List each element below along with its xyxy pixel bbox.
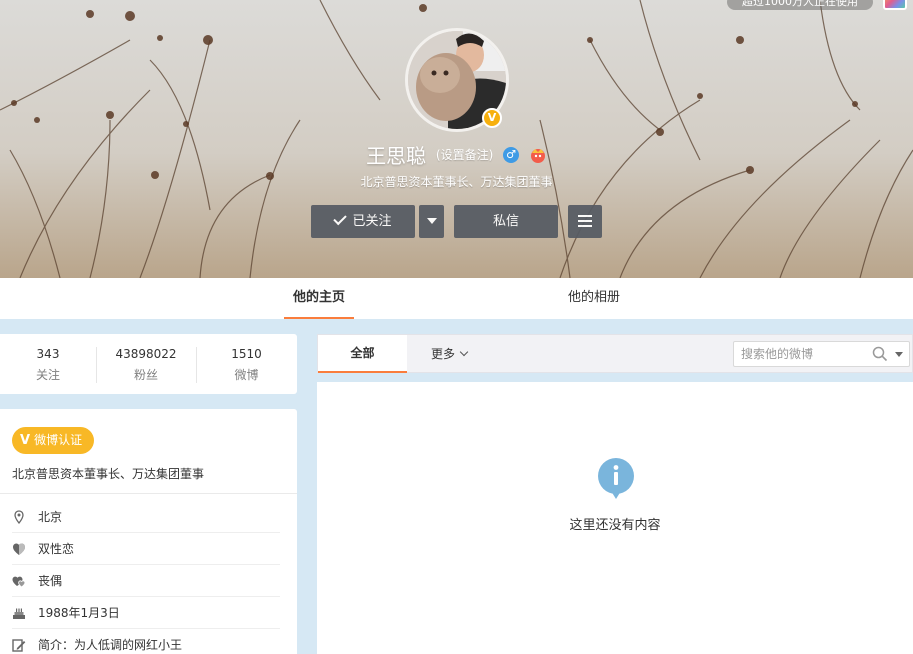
feed-toolbar: 全部 更多: [317, 334, 913, 373]
app-launcher-icon[interactable]: [883, 0, 907, 10]
tab-album[interactable]: 他的相册: [558, 278, 630, 319]
feed-search-box: [733, 341, 910, 367]
info-birthday: 1988年1月3日: [38, 606, 120, 620]
stat-value: 43898022: [115, 347, 177, 361]
tab-home[interactable]: 他的主页: [284, 278, 354, 319]
tab-more[interactable]: 更多: [431, 335, 469, 373]
check-icon: [333, 211, 348, 226]
verified-description: 北京普思资本董事长、万达集团董事: [12, 467, 205, 481]
info-row-relationship: 丧偶: [12, 565, 280, 597]
broken-heart-icon: [12, 576, 26, 588]
stat-value: 343: [36, 347, 60, 361]
info-icon: [598, 458, 634, 499]
chevron-down-icon: [459, 347, 469, 357]
search-options-caret-icon[interactable]: [895, 352, 903, 357]
usage-notice-pill[interactable]: 超过1000万人正在使用: [727, 0, 873, 10]
search-icon[interactable]: [872, 346, 888, 362]
male-icon: ♂: [503, 146, 520, 163]
weibo-verified-tag[interactable]: V 微博认证: [12, 427, 95, 454]
tab-all[interactable]: 全部: [318, 335, 407, 373]
menu-icon: [578, 215, 592, 227]
following-label: 已关注: [352, 214, 392, 229]
info-relationship: 丧偶: [38, 574, 63, 588]
divider: [0, 493, 297, 494]
feed-search-input[interactable]: [734, 342, 868, 366]
profile-tabbar: 他的主页 他的相册: [0, 278, 913, 319]
info-orientation: 双性恋: [38, 542, 75, 556]
stat-value: 1510: [231, 347, 262, 361]
more-menu-button[interactable]: [568, 205, 602, 238]
vip-crown-icon[interactable]: [529, 147, 547, 163]
location-pin-icon: [14, 510, 24, 524]
empty-message: 这里还没有内容: [569, 518, 661, 533]
profile-bio: 北京普思资本董事长、万达集团董事: [360, 175, 553, 189]
heart-shield-icon: [13, 543, 25, 555]
follow-options-button[interactable]: [419, 205, 444, 238]
stat-label: 微博: [234, 368, 259, 382]
info-location: 北京: [38, 510, 63, 524]
caret-down-icon: [426, 218, 437, 224]
stat-label: 关注: [35, 368, 60, 382]
birthday-cake-icon: [13, 608, 25, 619]
feed-empty-state: 这里还没有内容: [317, 382, 913, 654]
private-message-button[interactable]: 私信: [454, 205, 558, 238]
set-remark-link[interactable]: (设置备注): [436, 148, 493, 162]
tab-more-label: 更多: [431, 347, 456, 361]
verified-badge-icon: V: [482, 108, 502, 128]
info-row-orientation: 双性恋: [12, 533, 280, 565]
profile-name: 王思聪: [366, 144, 427, 168]
info-intro: 简介：为人低调的网红小王: [38, 638, 183, 652]
info-row-birthday: 1988年1月3日: [12, 597, 280, 629]
edit-note-icon: [12, 639, 26, 652]
profile-info-card: V 微博认证 北京普思资本董事长、万达集团董事 北京 双性恋 丧偶 1988年1月…: [0, 409, 297, 654]
profile-name-row: 王思聪 (设置备注) ♂: [0, 140, 913, 169]
following-button[interactable]: 已关注: [311, 205, 415, 238]
verified-v-icon: V: [20, 433, 31, 448]
stat-posts[interactable]: 1510 微博: [196, 334, 297, 394]
stat-label: 粉丝: [133, 368, 158, 382]
profile-stats: 343 关注 43898022 粉丝 1510 微博: [0, 334, 297, 394]
stat-following[interactable]: 343 关注: [0, 334, 96, 394]
stat-followers[interactable]: 43898022 粉丝: [96, 334, 196, 394]
verified-tag-label: 微博认证: [34, 433, 83, 447]
info-row-intro: 简介：为人低调的网红小王: [12, 629, 280, 654]
profile-cover: 超过1000万人正在使用 V 王思聪 (设置备注) ♂ 北京普思资本董事长、万达…: [0, 0, 913, 278]
info-row-location: 北京: [12, 501, 280, 533]
